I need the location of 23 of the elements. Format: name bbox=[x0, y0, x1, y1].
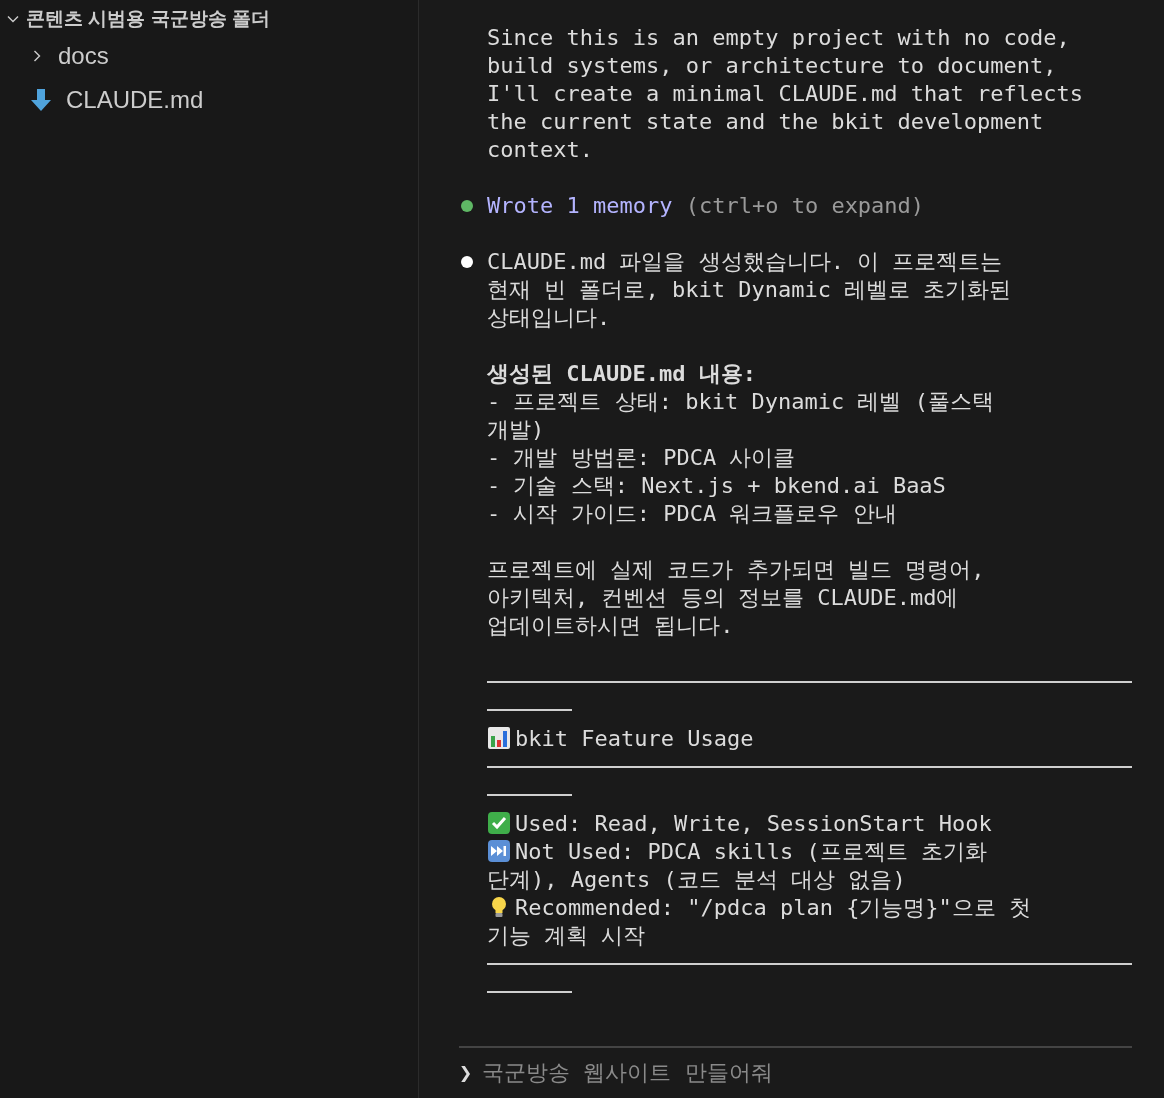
message-text: Since this is an empty project with no code, build systems, or architecture to document, I'll create a minimal CLAUDE.md that reflects the current state and the bkit development context. bbox=[487, 25, 1084, 162]
usage-text: Used: Read, Write, SessionStart Hook bbox=[515, 811, 992, 836]
folder-label[interactable]: 콘텐츠 시범용 국군방송 폴더 bbox=[26, 4, 270, 34]
usage-text: Recommended: "/pdca plan {기능명}"으로 첫 bbox=[515, 895, 1032, 920]
usage-text: 단계), Agents (코드 분석 대상 없음) bbox=[487, 867, 906, 892]
status-dot bbox=[461, 200, 473, 212]
check-icon bbox=[487, 811, 511, 835]
file-label[interactable]: CLAUDE.md bbox=[66, 82, 204, 118]
message-dot bbox=[461, 256, 473, 268]
folder-label[interactable]: docs bbox=[58, 38, 109, 74]
message-text: CLAUDE.md 파일을 생성했습니다. 이 프로젝트는 현재 빈 폴더로, bkit Dynamic 레벨로 초기화된 상태입니다. bbox=[487, 249, 1012, 330]
expand-hint: (ctrl+o to expand) bbox=[685, 193, 925, 218]
prompt-symbol: ❯ bbox=[459, 1059, 473, 1087]
skip-forward-icon bbox=[487, 839, 511, 863]
prompt-input[interactable]: 국군방송 웹사이트 만들어줘 bbox=[482, 1059, 1132, 1087]
message-text: 프로젝트에 실제 코드가 추가되면 빌드 명령어, 아키텍처, 컨벤션 등의 정보를 CLAUDE.md에 업데이트하시면 됩니다. bbox=[487, 557, 985, 638]
down-arrow-icon bbox=[30, 88, 52, 112]
usage-text: 기능 계획 시작 bbox=[487, 923, 646, 948]
message-text: 생성된 CLAUDE.md 내용: - 프로젝트 상태: bkit Dynamic 레벨 (풀스택 개발) - 개발 방법론: PDCA 사이클 - 기술 스택: Next.js + bkend.ai BaaS - 시작 가이드: PDCA 워크플로우 안내 bbox=[487, 361, 994, 526]
section-heading: bkit Feature Usage bbox=[515, 726, 754, 751]
tool-title: Wrote 1 memory bbox=[487, 193, 673, 218]
bar-chart-icon bbox=[487, 726, 511, 750]
usage-text: Not Used: PDCA skills (프로젝트 초기화 bbox=[515, 839, 987, 864]
